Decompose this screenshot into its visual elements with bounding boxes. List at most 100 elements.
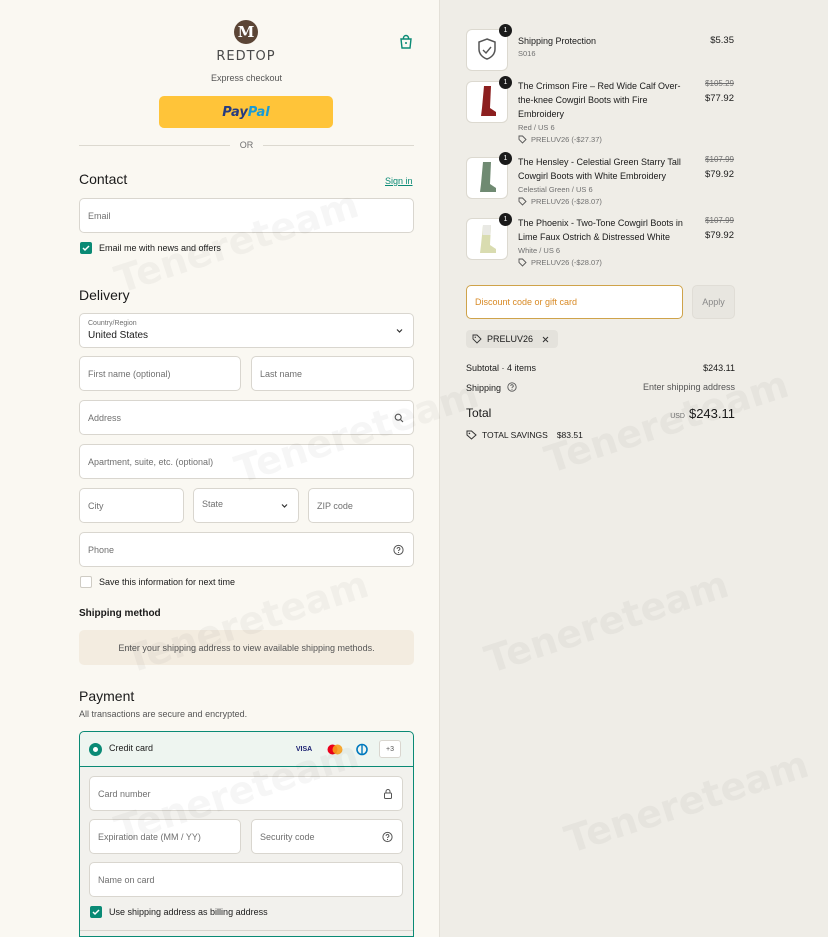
state-select[interactable]: State [193, 488, 299, 523]
paypal-button[interactable]: PayPal [159, 96, 333, 128]
billing-same-option[interactable]: Use shipping address as billing address [90, 906, 268, 918]
news-checkbox[interactable] [80, 242, 92, 254]
help-icon[interactable] [382, 831, 393, 842]
shipping-row: Shipping Enter shipping address [466, 382, 735, 393]
sign-in-link[interactable]: Sign in [385, 176, 413, 186]
email-placeholder: Email [88, 210, 111, 221]
address-placeholder: Address [88, 412, 122, 423]
city-field[interactable]: City [79, 488, 184, 523]
item-title: The Phoenix - Two-Tone Cowgirl Boots in … [518, 218, 683, 242]
address-field[interactable]: Address [79, 400, 414, 435]
line-item-hensley: 1 The Hensley - Celestial Green Starry T… [466, 152, 736, 206]
help-icon[interactable] [393, 544, 404, 555]
apartment-field[interactable]: Apartment, suite, etc. (optional) [79, 444, 414, 479]
line-item-phoenix: 1 The Phoenix - Two-Tone Cowgirl Boots i… [466, 213, 736, 267]
boot-image [481, 86, 496, 116]
applied-discount-chip: PRELUV26 [466, 330, 559, 348]
applied-code: PRELUV26 [487, 334, 534, 344]
last-name-field[interactable]: Last name [251, 356, 414, 391]
item-discount: PRELUV26 (-$28.07) [518, 258, 602, 267]
news-opt-in[interactable]: Email me with news and offers [80, 242, 221, 254]
expiration-placeholder: Expiration date (MM / YY) [98, 831, 201, 842]
total-label: Total [466, 406, 492, 420]
shopping-bag-icon[interactable] [398, 34, 414, 50]
item-original-price: $107.99 [705, 216, 734, 225]
payment-heading: Payment [79, 688, 135, 704]
item-discount-text: PRELUV26 (-$28.07) [531, 197, 602, 206]
express-checkout-label: Express checkout [210, 73, 283, 83]
quantity-badge: 1 [499, 24, 512, 37]
apartment-placeholder: Apartment, suite, etc. (optional) [88, 456, 214, 467]
apply-discount-button[interactable]: Apply [692, 285, 735, 319]
subtotal-value: $243.11 [703, 363, 735, 373]
credit-card-radio[interactable] [89, 743, 102, 756]
chevron-down-icon [281, 503, 288, 508]
paypal-text-a: Pay [222, 104, 248, 120]
credit-card-option[interactable]: Credit card VISA +3 [80, 732, 413, 767]
save-info-option[interactable]: Save this information for next time [80, 576, 235, 588]
item-price: $79.92 [704, 169, 734, 180]
item-variant: S016 [518, 49, 536, 58]
country-label: Country/Region [88, 320, 137, 327]
total-value: $243.11 [688, 406, 735, 421]
first-name-field[interactable]: First name (optional) [79, 356, 241, 391]
expiration-date-field[interactable]: Expiration date (MM / YY) [89, 819, 241, 854]
check-icon [82, 245, 90, 252]
billing-same-label: Use shipping address as billing address [109, 907, 268, 917]
more-cards-badge: +3 [379, 740, 401, 758]
savings-label: TOTAL SAVINGS [482, 430, 548, 440]
check-icon [92, 909, 100, 916]
zip-placeholder: ZIP code [317, 500, 353, 511]
card-number-placeholder: Card number [98, 788, 151, 799]
shield-icon [478, 38, 496, 60]
item-price: $5.35 [710, 35, 734, 46]
total-row: Total USD $243.11 [466, 406, 735, 421]
item-original-price: $107.99 [705, 155, 734, 164]
country-select[interactable]: Country/Region United States [79, 313, 414, 348]
credit-card-label: Credit card [109, 743, 154, 753]
chevron-down-icon [396, 328, 403, 333]
shipping-method-heading: Shipping method [79, 608, 161, 619]
paypal-text-b: Pal [247, 104, 270, 120]
billing-same-checkbox[interactable] [90, 906, 102, 918]
item-variant: Red / US 6 [518, 123, 555, 132]
zip-field[interactable]: ZIP code [308, 488, 414, 523]
save-info-checkbox[interactable] [80, 576, 92, 588]
search-icon [394, 413, 404, 422]
card-number-field[interactable]: Card number [89, 776, 403, 811]
news-label: Email me with news and offers [99, 243, 221, 253]
visa-icon: VISA [295, 746, 313, 753]
brand-logo[interactable]: M REDTOP [210, 20, 282, 64]
discount-code-input[interactable]: Discount code or gift card [466, 285, 683, 319]
close-icon[interactable] [541, 335, 550, 344]
city-placeholder: City [88, 500, 104, 511]
item-title: Shipping Protection [518, 36, 597, 46]
contact-heading: Contact [79, 171, 128, 187]
payment-subtitle: All transactions are secure and encrypte… [79, 709, 248, 719]
tag-icon [518, 135, 527, 144]
delivery-heading: Delivery [79, 287, 130, 303]
country-value: United States [88, 330, 149, 341]
lock-icon [384, 788, 392, 799]
item-title: The Hensley - Celestial Green Starry Tal… [518, 157, 681, 181]
item-variant: White / US 6 [518, 246, 561, 255]
shipping-value: Enter shipping address [642, 382, 735, 392]
brand-name: REDTOP [216, 49, 276, 64]
item-price: $79.92 [704, 230, 734, 241]
item-title: The Crimson Fire – Red Wide Calf Over-th… [518, 81, 681, 119]
item-discount-text: PRELUV26 (-$27.37) [531, 135, 602, 144]
security-code-field[interactable]: Security code [251, 819, 403, 854]
line-item-shipping-protection: 1 Shipping Protection S016 $5.35 [466, 24, 736, 71]
phone-placeholder: Phone [88, 544, 115, 555]
tag-icon [518, 258, 527, 267]
item-price: $77.92 [704, 93, 734, 104]
phone-field[interactable]: Phone [79, 532, 414, 567]
name-on-card-field[interactable]: Name on card [89, 862, 403, 897]
email-field[interactable]: Email [79, 198, 414, 233]
credit-card-panel: Credit card VISA +3 Card number Expirati… [79, 731, 414, 937]
brand-mark: M [234, 20, 258, 44]
item-variant: Celestial Green / US 6 [518, 185, 593, 194]
state-placeholder: State [202, 499, 224, 509]
help-icon[interactable] [506, 382, 517, 392]
savings-value: $83.51 [556, 430, 583, 440]
